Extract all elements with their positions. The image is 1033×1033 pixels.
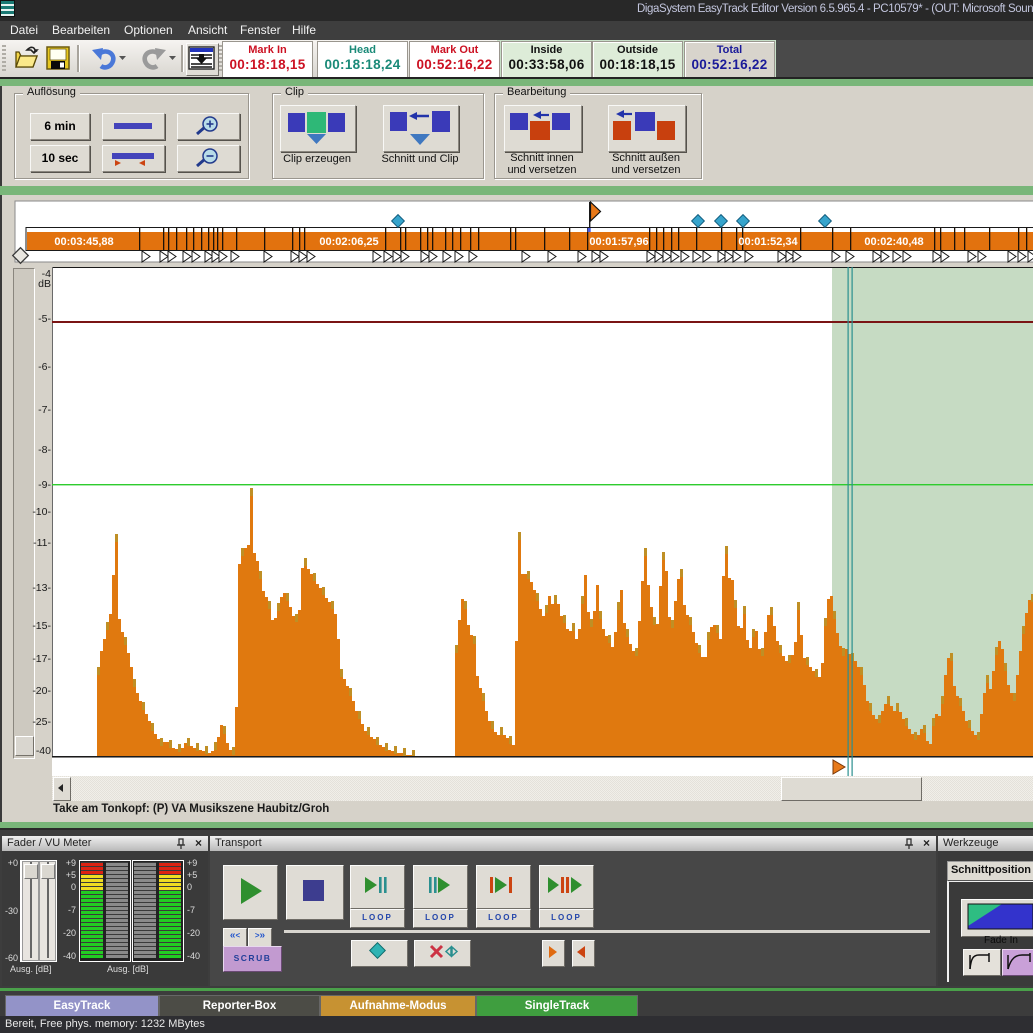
svg-text:00:01:57,96: 00:01:57,96 [589, 236, 648, 248]
svg-text:00:02:06,25: 00:02:06,25 [319, 236, 378, 248]
svg-text:00:03:45,88: 00:03:45,88 [54, 236, 113, 248]
svg-text:00:02:40,48: 00:02:40,48 [864, 236, 923, 248]
svg-text:00:01:52,34: 00:01:52,34 [738, 236, 798, 248]
